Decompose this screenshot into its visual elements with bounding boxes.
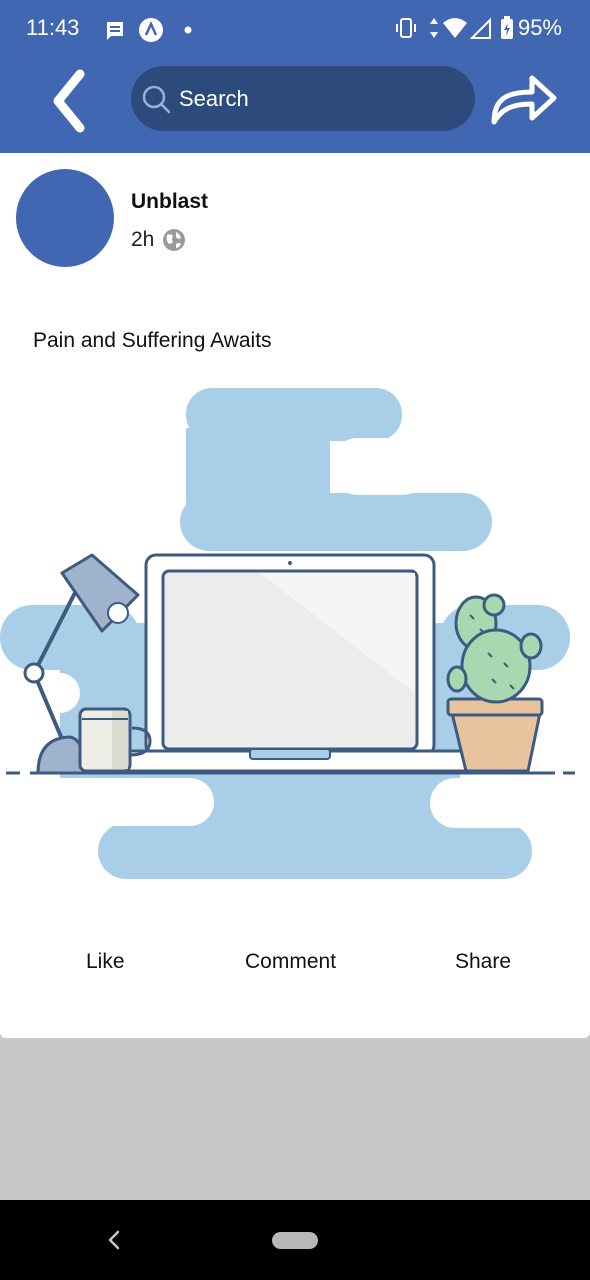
chevron-left-icon <box>53 69 85 133</box>
search-input[interactable]: Search <box>179 86 249 112</box>
post-meta: 2h <box>131 228 186 252</box>
nav-home-pill[interactable] <box>272 1232 318 1249</box>
wifi-icon <box>443 18 467 38</box>
post-text: Pain and Suffering Awaits <box>33 329 272 352</box>
like-button[interactable]: Like <box>86 950 125 974</box>
vibrate-icon <box>396 18 416 38</box>
laptop <box>116 553 492 773</box>
post-image-illustration[interactable] <box>0 383 590 883</box>
share-post-button[interactable]: Share <box>455 950 511 974</box>
post-actions: Like Comment Share <box>0 950 590 980</box>
search-icon <box>142 85 171 114</box>
post-card: Unblast 2h Pain and Suffering Awaits Lik… <box>0 153 590 1038</box>
status-time: 11:43 <box>26 15 80 40</box>
battery-icon <box>501 16 513 39</box>
back-button[interactable] <box>44 66 96 136</box>
post-time: 2h <box>131 228 155 251</box>
dot-icon <box>184 26 192 34</box>
message-icon <box>107 22 123 40</box>
globe-icon <box>163 229 186 251</box>
system-nav-bar <box>0 1200 590 1280</box>
search-bar[interactable]: Search <box>131 66 475 131</box>
data-arrows-icon <box>430 18 438 38</box>
signal-icon <box>470 17 491 39</box>
battery-percent: 95% <box>517 15 562 40</box>
status-bar: 11:43 95% <box>0 0 590 58</box>
notification-icons <box>104 17 192 43</box>
app-icon <box>139 18 163 42</box>
avatar[interactable] <box>16 169 114 267</box>
post-author[interactable]: Unblast <box>131 190 208 214</box>
nav-back-icon[interactable] <box>104 1228 124 1252</box>
share-button[interactable] <box>488 68 560 128</box>
top-bar: Search <box>0 58 590 153</box>
system-icons <box>394 16 514 40</box>
share-arrow-icon <box>491 75 557 125</box>
comment-button[interactable]: Comment <box>245 950 336 974</box>
